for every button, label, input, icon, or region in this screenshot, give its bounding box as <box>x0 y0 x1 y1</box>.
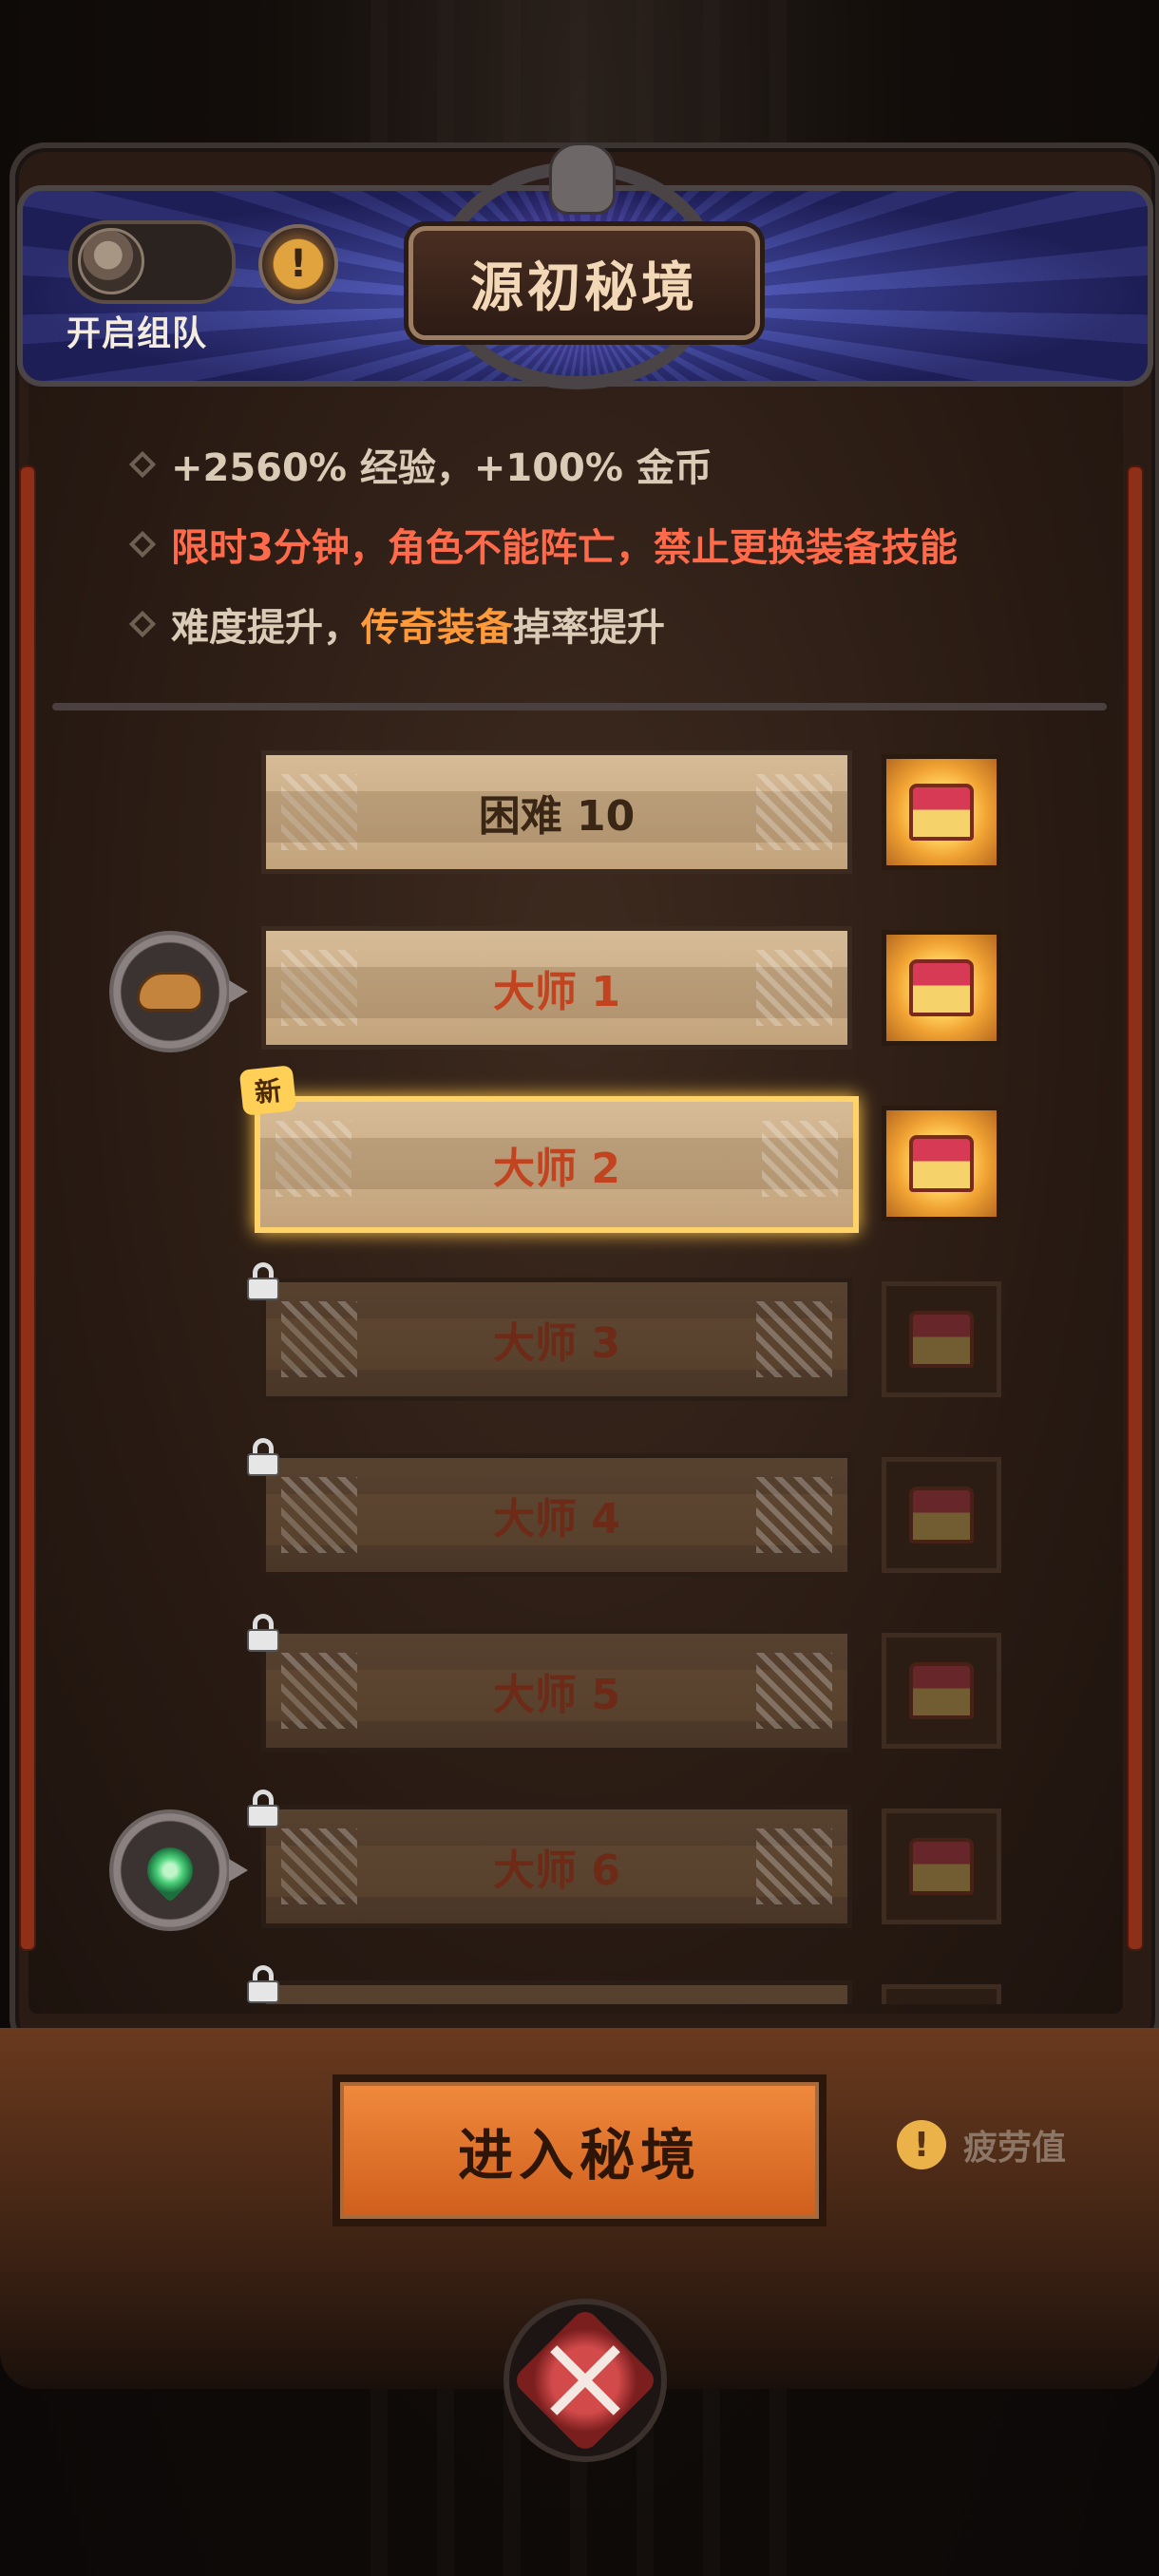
info-button[interactable]: ! <box>258 224 338 304</box>
chest-icon <box>909 1311 974 1368</box>
page-title: 源初秘境 <box>408 226 760 340</box>
level-button-master-3[interactable]: 大师 3 <box>261 1278 852 1401</box>
level-button-master-6[interactable]: 大师 6 <box>261 1805 852 1928</box>
reward-chest-button[interactable] <box>882 754 1001 870</box>
close-icon <box>511 2306 659 2454</box>
skull-icon <box>549 142 616 215</box>
level-row[interactable]: 大师 4 <box>0 1438 1159 1586</box>
drop-rate-text: 掉率提升 <box>513 606 665 650</box>
chest-icon <box>909 1135 974 1192</box>
level-button-master-4[interactable]: 大师 4 <box>261 1453 852 1577</box>
level-label: 大师 5 <box>493 1671 620 1719</box>
lock-icon <box>245 1614 281 1652</box>
fatigue-indicator[interactable]: ! 疲劳值 <box>897 2120 1066 2169</box>
level-label: 大师 1 <box>493 968 620 1016</box>
level-button-next[interactable] <box>261 1980 852 2004</box>
legendary-equipment-text: 传奇装备 <box>361 606 513 650</box>
level-row-partial[interactable] <box>0 1965 1159 2004</box>
description-line-difficulty: 难度提升， 传奇装备 掉率提升 <box>128 597 958 652</box>
level-row[interactable]: 大师 5 <box>0 1614 1159 1762</box>
level-label: 大师 2 <box>493 1145 620 1193</box>
level-button-master-2[interactable]: 大师 2 <box>255 1096 859 1233</box>
chest-icon <box>909 1662 974 1719</box>
reward-chest-button[interactable] <box>882 1281 1001 1397</box>
level-row[interactable]: 大师 1 <box>0 917 1159 1059</box>
level-row[interactable]: 大师 3 <box>0 1262 1159 1411</box>
info-icon: ! <box>289 242 308 286</box>
level-button-hard-10[interactable]: 困难 10 <box>261 750 852 874</box>
reward-chest-button[interactable] <box>882 1106 1001 1222</box>
chest-icon <box>909 1838 974 1895</box>
level-row[interactable]: 大师 6 <box>0 1790 1159 1938</box>
difficulty-list[interactable]: 困难 10 大师 1 新 大师 2 大师 3 大师 4 大师 5 大师 6 <box>0 741 1159 2004</box>
close-button[interactable] <box>504 2299 667 2462</box>
unlock-hint-leaf[interactable] <box>109 1809 248 1931</box>
level-label: 大师 3 <box>493 1319 620 1368</box>
level-row[interactable]: 新 大师 2 <box>0 1065 1159 1235</box>
level-button-master-5[interactable]: 大师 5 <box>261 1629 852 1752</box>
team-toggle-label: 开启组队 <box>66 314 208 353</box>
hand-icon <box>137 972 203 1012</box>
unlock-hint-hand[interactable] <box>109 931 248 1052</box>
leaf-icon <box>138 1838 202 1903</box>
description-line-rules: 限时3分钟，角色不能阵亡，禁止更换装备技能 <box>128 517 958 572</box>
enter-dungeon-button[interactable]: 进入秘境 <box>332 2074 826 2226</box>
toggle-knob <box>78 228 144 294</box>
reward-chest-button[interactable] <box>882 1809 1001 1924</box>
warning-icon: ! <box>897 2120 946 2169</box>
difficulty-text: 难度提升， <box>171 606 361 650</box>
reward-chest-button[interactable] <box>882 1457 1001 1573</box>
divider <box>52 703 1107 710</box>
lock-icon <box>245 1262 281 1300</box>
chest-icon <box>909 784 974 841</box>
reward-chest-button[interactable] <box>882 1633 1001 1749</box>
description-line-rewards: +2560% 经验，+100% 金币 <box>128 437 958 492</box>
level-row[interactable]: 困难 10 <box>0 741 1159 883</box>
fatigue-label: 疲劳值 <box>963 2129 1067 2168</box>
team-toggle[interactable] <box>68 220 236 304</box>
reward-chest-button[interactable] <box>882 1984 1001 2004</box>
lock-icon <box>245 1438 281 1476</box>
level-label: 困难 10 <box>478 792 636 841</box>
lock-icon <box>245 1790 281 1828</box>
chest-icon <box>909 1487 974 1544</box>
lock-icon <box>245 1965 281 2003</box>
rewards-text: +2560% 经验，+100% 金币 <box>171 446 712 490</box>
chest-icon <box>909 959 974 1016</box>
bullet-icon <box>128 530 157 559</box>
reward-chest-button[interactable] <box>882 930 1001 1046</box>
new-badge: 新 <box>238 1065 297 1116</box>
level-label: 大师 6 <box>493 1847 620 1895</box>
bullet-icon <box>128 610 157 638</box>
level-label: 大师 4 <box>493 1495 620 1544</box>
rules-text: 限时3分钟，角色不能阵亡，禁止更换装备技能 <box>171 526 958 570</box>
dungeon-description: +2560% 经验，+100% 金币 限时3分钟，角色不能阵亡，禁止更换装备技能… <box>128 437 958 676</box>
bullet-icon <box>128 450 157 479</box>
level-button-master-1[interactable]: 大师 1 <box>261 926 852 1050</box>
